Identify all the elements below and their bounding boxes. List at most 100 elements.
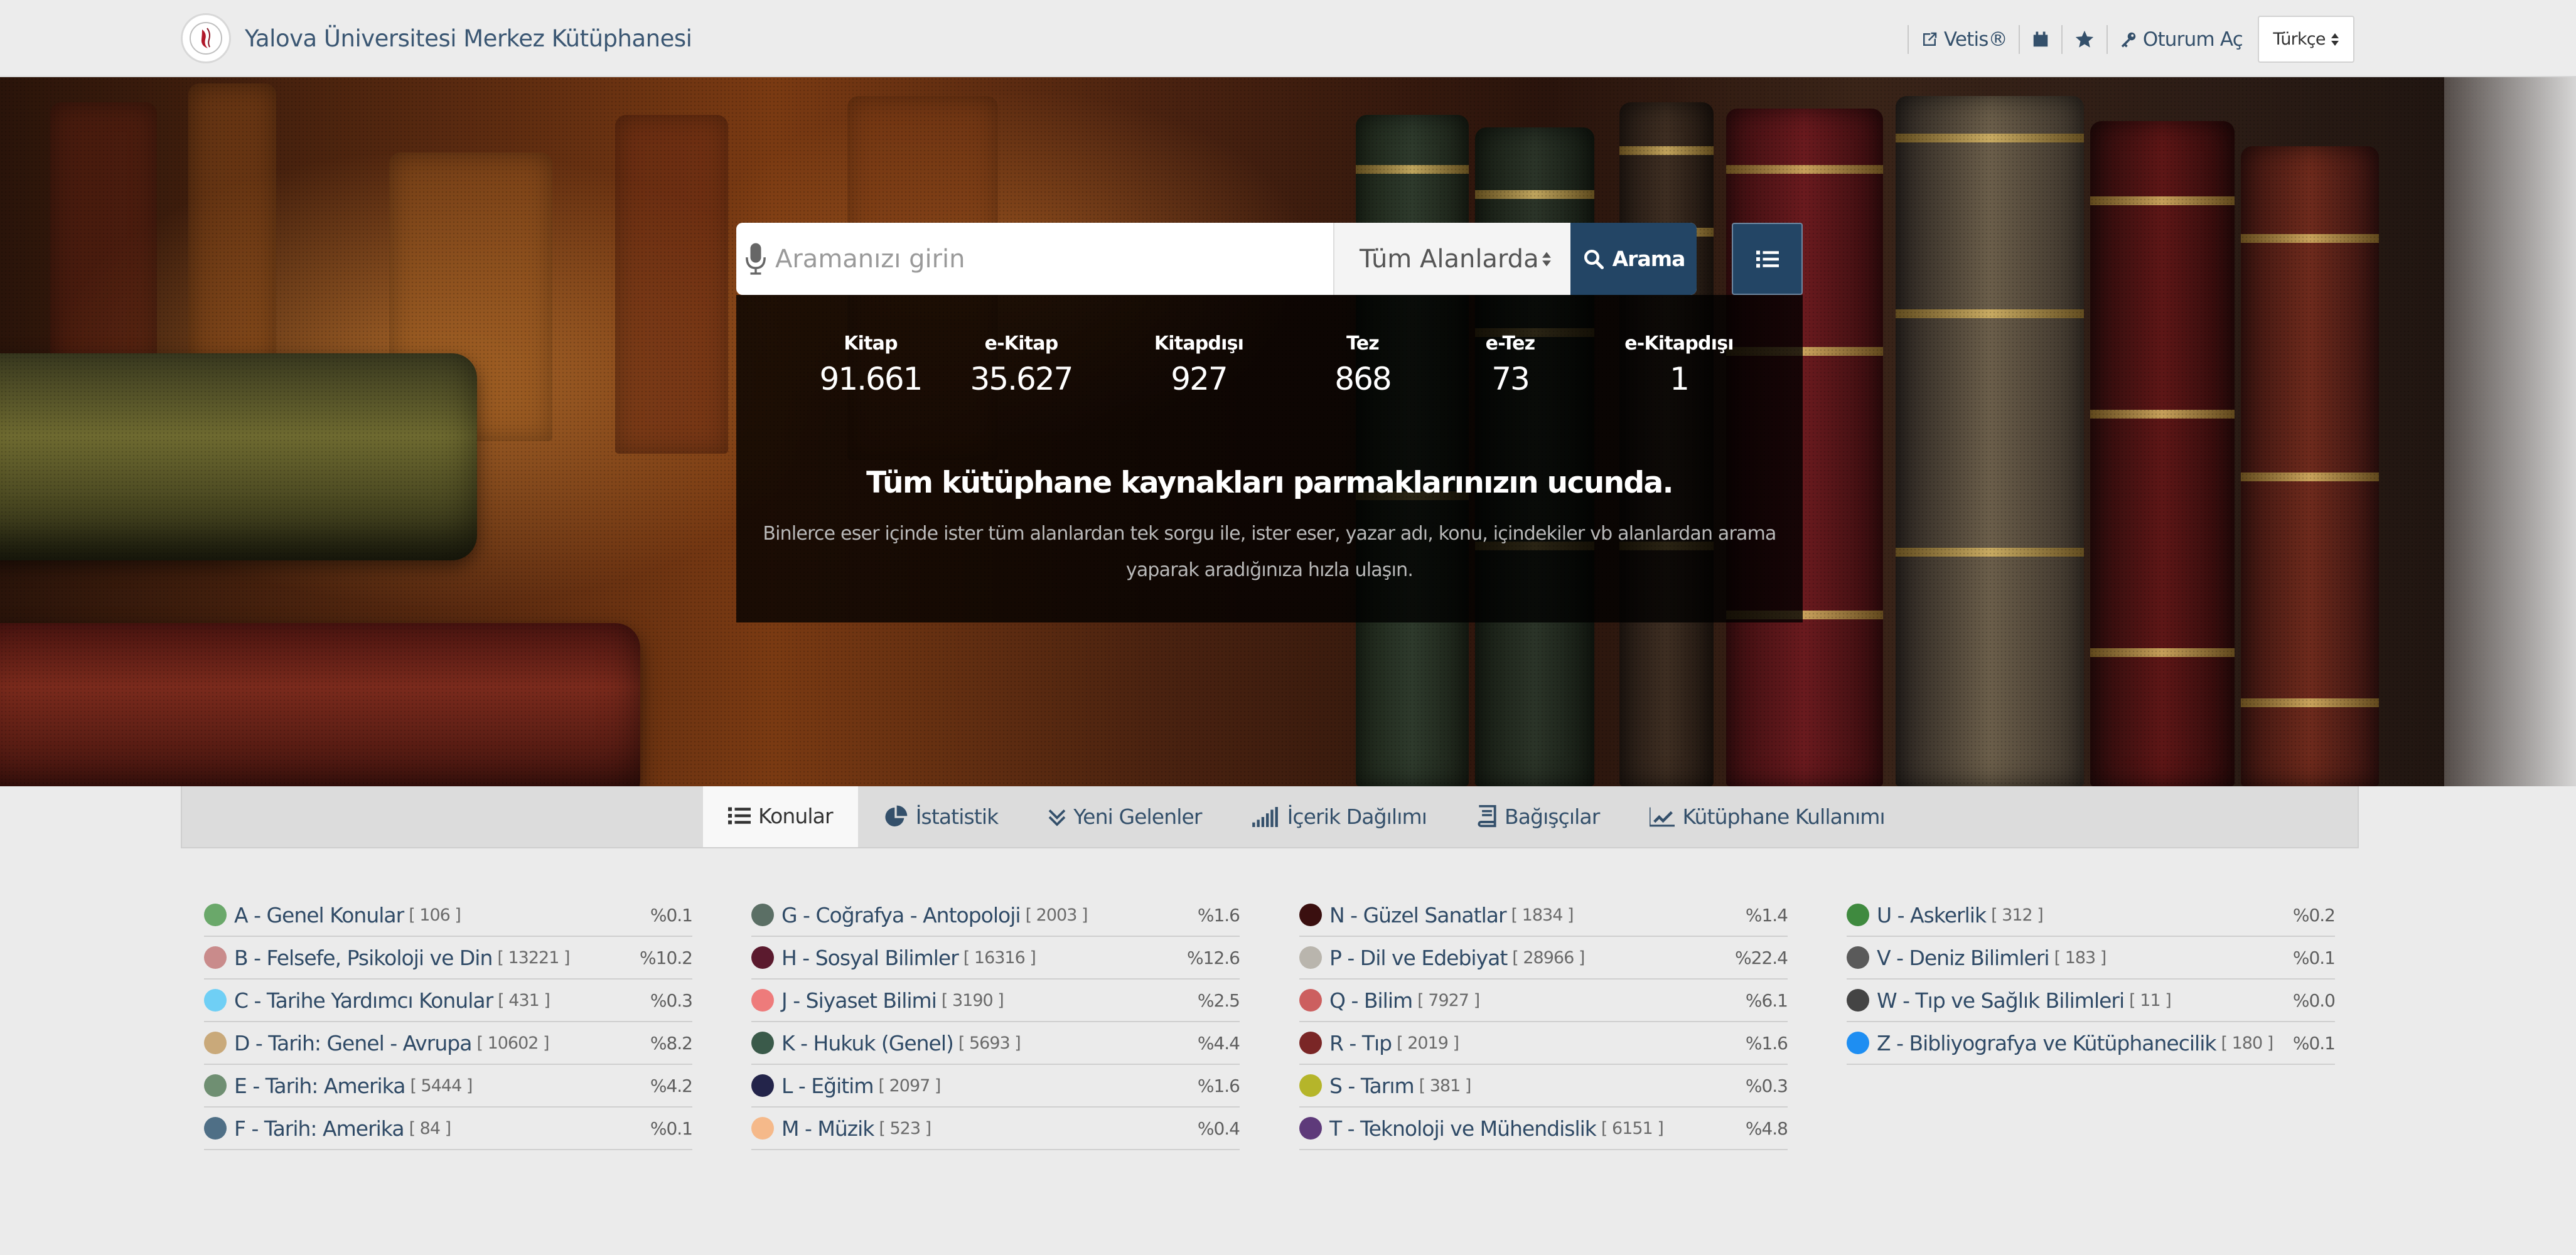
subject-column: U - Askerlik[ 312 ] %0.2 V - Deniz Bilimle… bbox=[1847, 894, 2336, 1065]
subject-row[interactable]: K - Hukuk (Genel)[ 5693 ] %4.4 bbox=[751, 1022, 1240, 1065]
subject-percentage: %12.6 bbox=[1187, 947, 1240, 968]
site-title: Yalova Üniversitesi Merkez Kütüphanesi bbox=[245, 24, 692, 52]
stat-value: 73 bbox=[1491, 361, 1530, 397]
subject-percentage: %1.6 bbox=[1745, 1032, 1788, 1054]
search-button-label: Arama bbox=[1612, 247, 1686, 271]
subject-row[interactable]: B - Felsefe, Psikoloji ve Din[ 13221 ] %1… bbox=[204, 937, 693, 980]
list-icon bbox=[1756, 250, 1779, 267]
subject-count: [ 7927 ] bbox=[1417, 990, 1480, 1010]
subject-name: Q - Bilim bbox=[1329, 988, 1413, 1013]
subject-color-dot bbox=[204, 1074, 227, 1097]
subject-name: B - Felsefe, Psikoloji ve Din bbox=[234, 945, 493, 970]
subject-name: W - Tıp ve Sağlık Bilimleri bbox=[1877, 988, 2125, 1013]
key-icon bbox=[2121, 32, 2136, 47]
stat-e-kitap[interactable]: e-Kitap 35.627 bbox=[946, 333, 1097, 397]
subject-row[interactable]: G - Coğrafya - Antopoloji[ 2003 ] %1.6 bbox=[751, 894, 1240, 937]
subject-row[interactable]: W - Tıp ve Sağlık Bilimleri[ 11 ] %0.0 bbox=[1847, 980, 2336, 1022]
sort-arrows-icon bbox=[2331, 33, 2339, 46]
subject-row[interactable]: T - Teknoloji ve Mühendislik[ 6151 ] %4.8 bbox=[1299, 1108, 1788, 1150]
search-bar: Tüm Alanlarda Arama bbox=[736, 223, 1803, 295]
subject-name: V - Deniz Bilimleri bbox=[1877, 945, 2050, 970]
vetis-label: Vetis® bbox=[1943, 28, 2008, 51]
stat-tez[interactable]: Tez 868 bbox=[1287, 333, 1438, 397]
language-select[interactable]: Türkçe bbox=[2258, 16, 2354, 63]
subject-row[interactable]: H - Sosyal Bilimler[ 16316 ] %12.6 bbox=[751, 937, 1240, 980]
subject-color-dot bbox=[1847, 989, 1869, 1012]
subject-row[interactable]: L - Eğitim[ 2097 ] %1.6 bbox=[751, 1065, 1240, 1108]
subject-percentage: %2.5 bbox=[1197, 990, 1240, 1011]
subject-count: [ 5693 ] bbox=[958, 1033, 1021, 1053]
subject-name: N - Güzel Sanatlar bbox=[1329, 902, 1507, 927]
subject-row[interactable]: S - Tarım[ 381 ] %0.3 bbox=[1299, 1065, 1788, 1108]
subject-row[interactable]: Z - Bibliyografya ve Kütüphanecilik[ 180… bbox=[1847, 1022, 2336, 1065]
tab-istatistik[interactable]: İstatistik bbox=[858, 786, 1024, 847]
subject-percentage: %10.2 bbox=[640, 947, 693, 968]
advanced-search-button[interactable] bbox=[1732, 223, 1803, 295]
subject-percentage: %1.6 bbox=[1197, 1075, 1240, 1096]
stat-kitap[interactable]: Kitap 91.661 bbox=[795, 333, 946, 397]
divider bbox=[2106, 24, 2108, 54]
favorites-button[interactable] bbox=[2068, 29, 2101, 50]
hero-description-line: yaparak aradığınıza hızla ulaşın. bbox=[1125, 559, 1414, 581]
search-input[interactable] bbox=[775, 244, 1315, 274]
subject-name: C - Tarihe Yardımcı Konular bbox=[234, 988, 493, 1013]
subject-color-dot bbox=[751, 904, 774, 926]
tab-label: Kütüphane Kullanımı bbox=[1682, 804, 1885, 829]
vetis-link[interactable]: Vetis® bbox=[1914, 28, 2014, 51]
subject-list: A - Genel Konular[ 106 ] %0.1 B - Felsefe,… bbox=[204, 894, 2338, 1158]
stat-e-kitapdisi[interactable]: e-Kitapdışı 1 bbox=[1604, 333, 1754, 397]
stat-label: Kitap bbox=[844, 333, 898, 355]
subject-percentage: %0.4 bbox=[1197, 1118, 1240, 1139]
divider bbox=[2061, 24, 2063, 54]
subject-column: A - Genel Konular[ 106 ] %0.1 B - Felsefe,… bbox=[204, 894, 693, 1150]
subject-percentage: %0.0 bbox=[2292, 990, 2336, 1011]
search-box: Tüm Alanlarda Arama bbox=[736, 223, 1697, 295]
subject-count: [ 381 ] bbox=[1419, 1076, 1472, 1096]
stat-label: e-Kitap bbox=[984, 333, 1059, 355]
search-input-area bbox=[736, 223, 1334, 295]
tabs-bar: Konular İstatistik Yeni Gelenler İçerik … bbox=[181, 786, 2359, 848]
search-field-select[interactable]: Tüm Alanlarda bbox=[1334, 223, 1570, 295]
search-button[interactable]: Arama bbox=[1570, 223, 1697, 295]
tab-yeni-gelenler[interactable]: Yeni Gelenler bbox=[1023, 786, 1226, 847]
subject-row[interactable]: E - Tarih: Amerika[ 5444 ] %4.2 bbox=[204, 1065, 693, 1108]
subject-color-dot bbox=[751, 989, 774, 1012]
subject-row[interactable]: P - Dil ve Edebiyat[ 28966 ] %22.4 bbox=[1299, 937, 1788, 980]
subject-row[interactable]: C - Tarihe Yardımcı Konular[ 431 ] %0.3 bbox=[204, 980, 693, 1022]
subject-color-dot bbox=[751, 1074, 774, 1097]
stat-value: 1 bbox=[1670, 361, 1690, 397]
subject-name: J - Siyaset Bilimi bbox=[781, 988, 937, 1013]
calendar-button[interactable] bbox=[2025, 30, 2056, 49]
line-chart-icon bbox=[1650, 807, 1675, 826]
microphone-icon[interactable] bbox=[745, 240, 766, 278]
tab-konular[interactable]: Konular bbox=[703, 786, 858, 847]
subject-row[interactable]: V - Deniz Bilimleri[ 183 ] %0.1 bbox=[1847, 937, 2336, 980]
subject-row[interactable]: J - Siyaset Bilimi[ 3190 ] %2.5 bbox=[751, 980, 1240, 1022]
subject-row[interactable]: U - Askerlik[ 312 ] %0.2 bbox=[1847, 894, 2336, 937]
brand[interactable]: Yalova Üniversitesi Merkez Kütüphanesi bbox=[181, 11, 692, 65]
subject-row[interactable]: D - Tarih: Genel - Avrupa[ 10602 ] %8.2 bbox=[204, 1022, 693, 1065]
subject-row[interactable]: N - Güzel Sanatlar[ 1834 ] %1.4 bbox=[1299, 894, 1788, 937]
subject-name: H - Sosyal Bilimler bbox=[781, 945, 959, 970]
subject-row[interactable]: Q - Bilim[ 7927 ] %6.1 bbox=[1299, 980, 1788, 1022]
subject-row[interactable]: M - Müzik[ 523 ] %0.4 bbox=[751, 1108, 1240, 1150]
subject-row[interactable]: A - Genel Konular[ 106 ] %0.1 bbox=[204, 894, 693, 937]
subject-row[interactable]: R - Tıp[ 2019 ] %1.6 bbox=[1299, 1022, 1788, 1065]
tab-bagiscilar[interactable]: Bağışçılar bbox=[1452, 786, 1624, 847]
subject-color-dot bbox=[204, 1032, 227, 1054]
subject-percentage: %0.3 bbox=[1745, 1075, 1788, 1096]
subject-row[interactable]: F - Tarih: Amerika[ 84 ] %0.1 bbox=[204, 1108, 693, 1150]
stat-e-tez[interactable]: e-Tez 73 bbox=[1435, 333, 1586, 397]
subject-color-dot bbox=[1299, 1032, 1322, 1054]
subject-color-dot bbox=[1299, 946, 1322, 969]
subject-percentage: %0.3 bbox=[650, 990, 693, 1011]
tab-label: Konular bbox=[758, 803, 834, 828]
subject-name: G - Coğrafya - Antopoloji bbox=[781, 902, 1021, 927]
tab-icerik-dagilimi[interactable]: İçerik Dağılımı bbox=[1227, 786, 1452, 847]
subject-percentage: %0.2 bbox=[2292, 904, 2336, 926]
language-value: Türkçe bbox=[2273, 29, 2326, 49]
stat-kitapdisi[interactable]: Kitapdışı 927 bbox=[1124, 333, 1274, 397]
tab-kutuphane-kullanimi[interactable]: Kütüphane Kullanımı bbox=[1624, 786, 1909, 847]
tab-label: Bağışçılar bbox=[1504, 804, 1600, 829]
login-link[interactable]: Oturum Aç bbox=[2113, 28, 2249, 51]
